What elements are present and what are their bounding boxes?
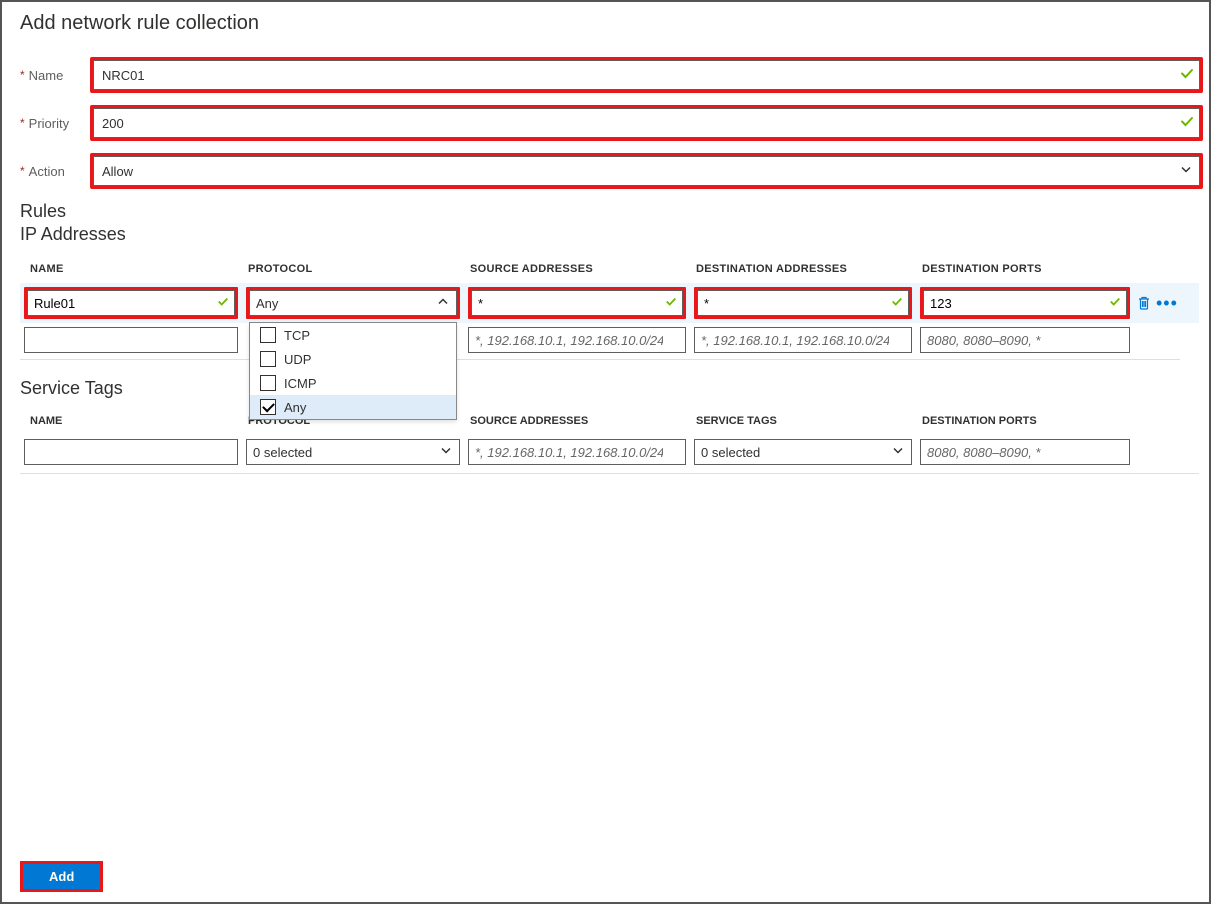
col-name: NAME [20, 255, 242, 283]
ip-table-header: NAME PROTOCOL SOURCE ADDRESSES DESTINATI… [20, 255, 1199, 283]
delete-rule-icon[interactable] [1136, 295, 1152, 311]
protocol-option-tcp[interactable]: TCP [250, 323, 456, 347]
ip-rule-blank-row [20, 323, 1199, 364]
more-actions-icon[interactable]: ••• [1156, 294, 1178, 312]
svc-rule-source-addresses-input[interactable] [468, 439, 686, 465]
checkbox-icon [260, 375, 276, 391]
new-rule-destination-addresses-input[interactable] [694, 327, 912, 353]
priority-label: * Priority [20, 116, 90, 131]
rule-destination-ports-input[interactable] [923, 290, 1127, 316]
rule-destination-addresses-input[interactable] [697, 290, 909, 316]
col-source-addresses: SOURCE ADDRESSES [464, 255, 690, 283]
col-svc-service-tags: SERVICE TAGS [690, 407, 916, 435]
checkbox-icon [260, 327, 276, 343]
rules-heading: Rules [2, 201, 1209, 222]
service-tags-heading: Service Tags [2, 378, 1209, 399]
svc-rule-name-input[interactable] [24, 439, 238, 465]
required-asterisk-icon: * [20, 116, 25, 130]
checkbox-icon [260, 351, 276, 367]
ip-rule-row: Any TCP [20, 283, 1199, 323]
protocol-option-any[interactable]: Any [250, 395, 456, 419]
required-asterisk-icon: * [20, 68, 25, 82]
col-destination-addresses: DESTINATION ADDRESSES [690, 255, 916, 283]
protocol-option-icmp[interactable]: ICMP [250, 371, 456, 395]
required-asterisk-icon: * [20, 164, 25, 178]
name-input[interactable] [93, 60, 1200, 90]
action-select[interactable]: Allow [93, 156, 1200, 186]
protocol-dropdown-panel: TCP UDP ICMP [249, 322, 457, 420]
col-svc-source-addresses: SOURCE ADDRESSES [464, 407, 690, 435]
rule-protocol-select[interactable]: Any [249, 290, 457, 316]
name-label: * Name [20, 68, 90, 83]
protocol-option-udp[interactable]: UDP [250, 347, 456, 371]
col-svc-destination-ports: DESTINATION PORTS [916, 407, 1134, 435]
page-title: Add network rule collection [2, 2, 1209, 39]
svc-rule-row: 0 selected 0 selected [20, 435, 1199, 474]
col-svc-name: NAME [20, 407, 242, 435]
priority-input[interactable] [93, 108, 1200, 138]
rule-name-input[interactable] [27, 290, 235, 316]
checkbox-checked-icon [260, 399, 276, 415]
action-label: * Action [20, 164, 90, 179]
svc-rule-protocol-select[interactable]: 0 selected [246, 439, 460, 465]
col-destination-ports: DESTINATION PORTS [916, 255, 1134, 283]
new-rule-destination-ports-input[interactable] [920, 327, 1130, 353]
rule-source-addresses-input[interactable] [471, 290, 683, 316]
svc-table-header: NAME PROTOCOL SOURCE ADDRESSES SERVICE T… [20, 407, 1199, 435]
svc-rule-service-tags-select[interactable]: 0 selected [694, 439, 912, 465]
add-button[interactable]: Add [23, 864, 100, 889]
new-rule-source-addresses-input[interactable] [468, 327, 686, 353]
col-protocol: PROTOCOL [242, 255, 464, 283]
new-rule-name-input[interactable] [24, 327, 238, 353]
ip-addresses-heading: IP Addresses [2, 224, 1209, 245]
svc-rule-destination-ports-input[interactable] [920, 439, 1130, 465]
